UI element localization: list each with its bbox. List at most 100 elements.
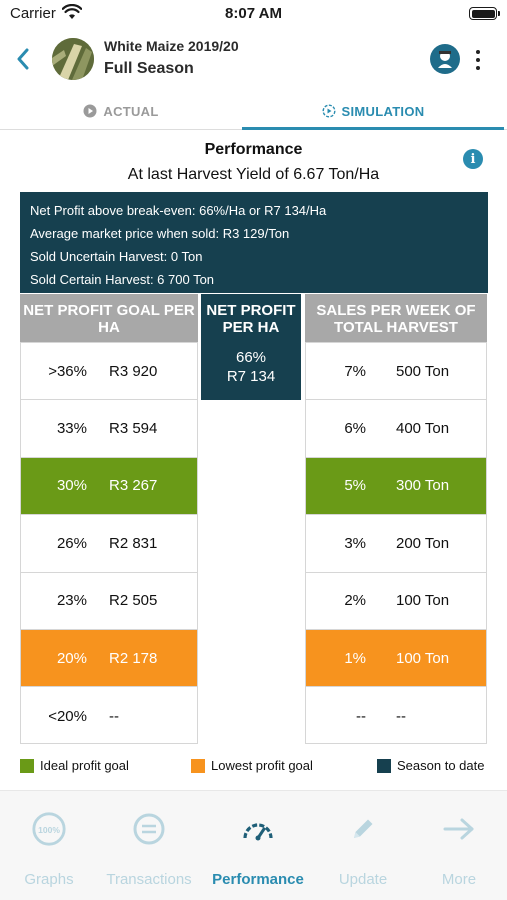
bottom-nav: 100% Graphs Transactions Performance Upd… xyxy=(0,790,507,900)
gauge-icon xyxy=(240,811,276,847)
nav-graphs-label: Graphs xyxy=(24,871,74,888)
net-profit-value: 66% R7 134 xyxy=(201,342,301,400)
info-icon[interactable]: i xyxy=(463,149,483,169)
profit-goal-row[interactable]: 23% R2 505 xyxy=(21,573,197,630)
profit-goal-header: NET PROFIT GOAL PER HA xyxy=(20,294,198,342)
summary-net-profit: Net Profit above break-even: 66%/Ha or R… xyxy=(30,203,327,218)
crop-avatar xyxy=(52,38,94,80)
goal-percent: 33% xyxy=(56,420,87,438)
goal-percent: 20% xyxy=(56,649,87,667)
profit-goal-row[interactable]: 33% R3 594 xyxy=(21,400,197,458)
goal-percent: 26% xyxy=(56,534,87,552)
dark-swatch xyxy=(377,758,391,773)
svg-text:100%: 100% xyxy=(38,825,60,835)
goal-percent: 30% xyxy=(56,477,87,495)
active-tab-indicator xyxy=(242,127,504,130)
orange-swatch xyxy=(191,758,205,773)
ideal-profit-goal-row[interactable]: 30% R3 267 xyxy=(21,457,197,516)
sales-amount: 100 Ton xyxy=(396,649,450,667)
goal-percent: >36% xyxy=(48,362,87,380)
sales-row[interactable]: 6% 400 Ton xyxy=(306,400,486,458)
sales-percent: 2% xyxy=(344,592,366,610)
summary-uncertain-harvest: Sold Uncertain Harvest: 0 Ton xyxy=(30,249,203,264)
sales-percent: 7% xyxy=(344,362,366,380)
legend-lowest: Lowest profit goal xyxy=(191,758,313,773)
goal-amount: R2 831 xyxy=(109,534,158,552)
sales-amount: 400 Ton xyxy=(396,420,450,438)
legend-season: Season to date xyxy=(377,758,484,773)
sales-row[interactable]: 3% 200 Ton xyxy=(306,515,486,573)
net-profit-percent: 66% xyxy=(235,349,267,366)
tab-actual[interactable]: ACTUAL xyxy=(0,92,242,130)
nav-update-label: Update xyxy=(338,871,388,888)
season-title: Full Season xyxy=(104,60,194,77)
nav-transactions-label: Transactions xyxy=(106,871,192,888)
net-profit-amount: R7 134 xyxy=(226,368,276,385)
goal-amount: -- xyxy=(109,707,119,725)
summary-certain-harvest: Sold Certain Harvest: 6 700 Ton xyxy=(30,272,215,287)
legend-ideal-label: Ideal profit goal xyxy=(40,758,129,773)
ideal-sales-row[interactable]: 5% 300 Ton xyxy=(306,457,486,516)
lowest-profit-goal-row[interactable]: 20% R2 178 xyxy=(21,629,197,688)
tab-actual-label: ACTUAL xyxy=(103,103,159,119)
sales-row[interactable]: 2% 100 Ton xyxy=(306,573,486,630)
net-profit-header: NET PROFIT PER HA xyxy=(201,294,301,342)
goal-amount: R2 178 xyxy=(109,649,158,667)
graphs-icon: 100% xyxy=(31,811,67,847)
transactions-icon xyxy=(131,811,167,847)
crop-title: White Maize 2019/20 xyxy=(104,38,239,54)
goal-amount: R3 267 xyxy=(109,477,158,495)
goal-percent: <20% xyxy=(48,707,87,725)
farmer-avatar-icon[interactable] xyxy=(430,44,460,74)
lowest-sales-row[interactable]: 1% 100 Ton xyxy=(306,629,486,688)
status-bar: Carrier 8:07 AM xyxy=(0,0,507,30)
performance-title: Performance xyxy=(204,141,303,158)
nav-update[interactable]: Update xyxy=(322,791,404,900)
sales-percent: 5% xyxy=(344,477,366,495)
sales-percent: 6% xyxy=(344,420,366,438)
sales-percent: -- xyxy=(356,707,366,725)
app-header: White Maize 2019/20 Full Season xyxy=(0,30,507,92)
sales-row[interactable]: -- -- xyxy=(306,687,486,744)
summary-box: Net Profit above break-even: 66%/Ha or R… xyxy=(20,192,488,293)
tab-simulation-label: SIMULATION xyxy=(341,103,425,119)
sales-per-week-header: SALES PER WEEK OF TOTAL HARVEST xyxy=(305,294,487,342)
profit-goal-row[interactable]: 26% R2 831 xyxy=(21,515,197,573)
play-circle-icon xyxy=(83,104,97,118)
tab-simulation[interactable]: SIMULATION xyxy=(242,92,504,130)
sales-percent: 3% xyxy=(344,534,366,552)
nav-transactions[interactable]: Transactions xyxy=(100,791,198,900)
sales-amount: -- xyxy=(396,707,406,725)
simulation-icon xyxy=(322,104,336,118)
battery-icon xyxy=(469,7,500,20)
pencil-icon xyxy=(345,811,381,847)
sales-amount: 200 Ton xyxy=(396,534,450,552)
legend-season-label: Season to date xyxy=(397,758,485,773)
profit-goal-row[interactable]: >36% R3 920 xyxy=(21,343,197,401)
nav-more-label: More xyxy=(441,871,477,888)
legend-lowest-label: Lowest profit goal xyxy=(211,758,313,773)
status-time: 8:07 AM xyxy=(225,5,282,22)
arrow-right-icon xyxy=(441,811,477,847)
sales-per-week-table: 7% 500 Ton 6% 400 Ton 5% 300 Ton 3% 200 Ton … xyxy=(305,342,487,744)
nav-graphs[interactable]: 100% Graphs xyxy=(8,791,90,900)
goal-percent: 23% xyxy=(56,592,87,610)
performance-subtitle: At last Harvest Yield of 6.67 Ton/Ha xyxy=(127,166,380,183)
profit-goal-row[interactable]: <20% -- xyxy=(21,687,197,744)
sales-amount: 100 Ton xyxy=(396,592,450,610)
back-button[interactable] xyxy=(10,44,36,74)
goal-amount: R3 920 xyxy=(109,362,158,380)
nav-more[interactable]: More xyxy=(418,791,500,900)
sales-row[interactable]: 7% 500 Ton xyxy=(306,343,486,401)
sales-amount: 500 Ton xyxy=(396,362,450,380)
more-options-button[interactable] xyxy=(468,46,488,74)
goal-amount: R3 594 xyxy=(109,420,158,438)
nav-performance[interactable]: Performance xyxy=(205,791,311,900)
chevron-left-icon xyxy=(17,48,29,70)
profit-goal-table: >36% R3 920 33% R3 594 30% R3 267 26% R2 831… xyxy=(20,342,198,744)
legend-ideal: Ideal profit goal xyxy=(20,758,129,773)
sales-amount: 300 Ton xyxy=(396,477,450,495)
summary-market-price: Average market price when sold: R3 129/T… xyxy=(30,226,290,241)
tab-bar: ACTUAL SIMULATION xyxy=(0,92,507,130)
goal-amount: R2 505 xyxy=(109,592,158,610)
